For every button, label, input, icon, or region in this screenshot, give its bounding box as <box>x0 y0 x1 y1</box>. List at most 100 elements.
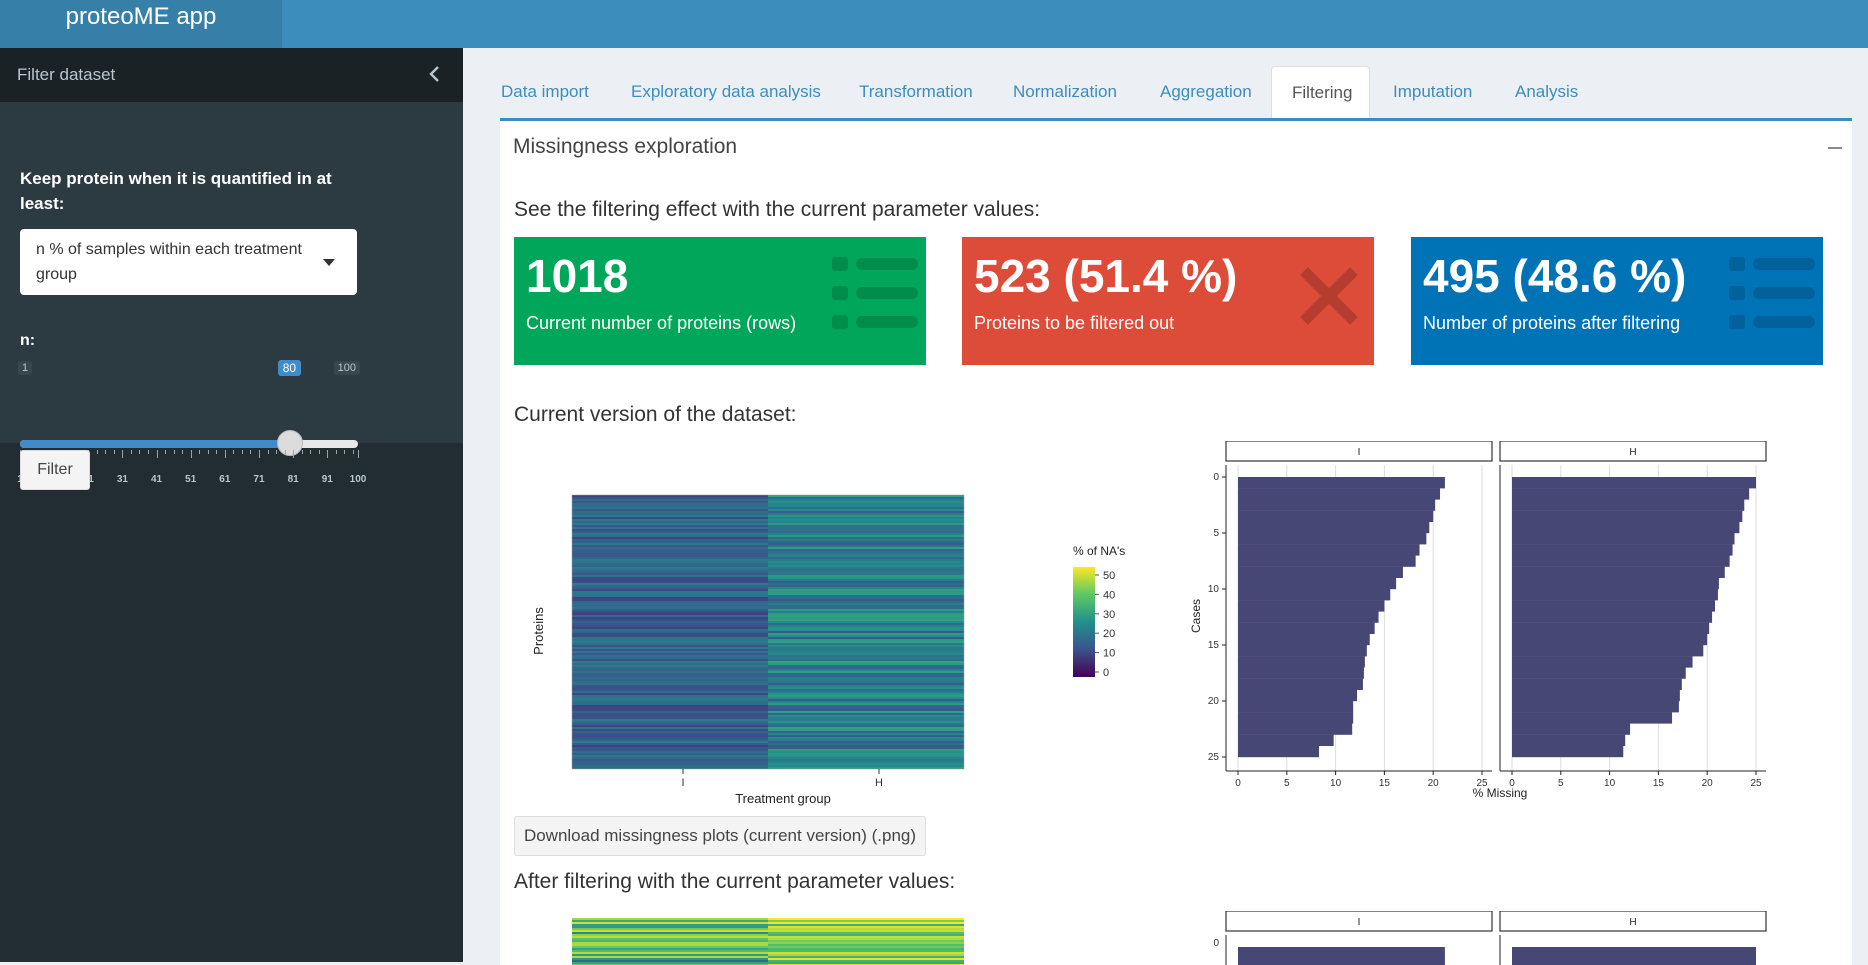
n-slider[interactable]: 1 100 80 1112131415161718191100 <box>17 356 366 485</box>
heatmap-cell <box>768 677 964 679</box>
heatmap-cell <box>572 547 768 549</box>
heatmap-cell <box>768 717 964 719</box>
heatmap-cell <box>768 737 964 739</box>
tab-imputation[interactable]: Imputation <box>1373 66 1492 118</box>
missing-bar <box>1238 488 1441 500</box>
chevron-left-icon[interactable] <box>425 64 445 84</box>
heatmap-cell <box>768 547 964 549</box>
heatmap-cell <box>572 593 768 595</box>
heatmap-cell <box>572 928 768 930</box>
heatmap-cell <box>572 673 768 675</box>
heatmap-cell <box>768 749 964 751</box>
x-tick-label: 15 <box>1379 778 1391 789</box>
download-plots-button[interactable]: Download missingness plots (current vers… <box>514 816 926 856</box>
heatmap-cell <box>768 557 964 559</box>
heatmap-cell <box>572 938 768 940</box>
heatmap-cell <box>768 940 964 942</box>
heatmap-cell <box>768 599 964 601</box>
heatmap-cell <box>572 695 768 697</box>
tab-analysis[interactable]: Analysis <box>1495 66 1598 118</box>
x-tick-label: 20 <box>1702 778 1714 789</box>
heatmap-cell <box>572 589 768 591</box>
heatmap-cell <box>768 623 964 625</box>
heatmap-cell <box>768 543 964 545</box>
heatmap-cell <box>768 499 964 501</box>
heatmap-cell <box>768 733 964 735</box>
heatmap-cell <box>768 713 964 715</box>
heatmap-cell <box>768 663 964 665</box>
heatmap-cell <box>572 936 768 938</box>
tab-exploratory-data-analysis[interactable]: Exploratory data analysis <box>611 66 841 118</box>
heatmap-cell <box>768 765 964 767</box>
heatmap-cell <box>572 659 768 661</box>
heatmap-cell <box>572 767 768 769</box>
sidebar-header-label: Filter dataset <box>17 65 116 84</box>
tab-aggregation[interactable]: Aggregation <box>1140 66 1272 118</box>
slider-tick-label: 51 <box>185 474 197 485</box>
heatmap-cell <box>768 649 964 651</box>
close-icon <box>1300 267 1358 325</box>
heatmap-cell <box>572 962 768 964</box>
heatmap-cell <box>572 761 768 763</box>
filter-button[interactable]: Filter <box>20 450 90 490</box>
heatmap-cell <box>572 727 768 729</box>
legend-tick-label: 30 <box>1103 609 1115 621</box>
heatmap-cell <box>768 926 964 928</box>
after-filtering-title: After filtering with the current paramet… <box>514 870 956 893</box>
heatmap-cell <box>572 922 768 924</box>
after-filtering-heatmap <box>572 918 964 965</box>
heatmap-cell <box>572 723 768 725</box>
heatmap-cell <box>768 587 964 589</box>
heatmap-cell <box>572 507 768 509</box>
heatmap-cell <box>572 571 768 573</box>
slider-tick-label: 31 <box>116 474 128 485</box>
heatmap-cell <box>768 759 964 761</box>
heatmap-cell <box>768 507 964 509</box>
missing-bar <box>1238 734 1334 746</box>
tab-data-import[interactable]: Data import <box>481 66 609 118</box>
slider-tick <box>182 450 184 454</box>
slider-tick <box>173 450 175 454</box>
heatmap-cell <box>572 535 768 537</box>
heatmap-cell <box>768 585 964 587</box>
heatmap-cell <box>768 533 964 535</box>
heatmap-cell <box>768 711 964 713</box>
missing-bar <box>1238 533 1427 545</box>
minimize-icon[interactable] <box>1828 147 1842 149</box>
heatmap-cell <box>572 639 768 641</box>
heatmap-cell <box>768 956 964 958</box>
heatmap-cell <box>768 527 964 529</box>
heatmap-cell <box>572 603 768 605</box>
chart-ylabel: Cases <box>1189 599 1203 633</box>
heatmap-cell <box>768 946 964 948</box>
heatmap-cell <box>572 739 768 741</box>
heatmap-cell <box>572 737 768 739</box>
heatmap-cell <box>768 537 964 539</box>
missing-bar <box>1238 521 1430 534</box>
heatmap-cell <box>768 707 964 709</box>
heatmap-cell <box>572 583 768 585</box>
missing-bar <box>1238 633 1370 646</box>
heatmap-cell <box>768 539 964 541</box>
heatmap-xtick-label-h: H <box>875 777 883 789</box>
heatmap-cell <box>768 509 964 511</box>
heatmap-cell <box>768 755 964 757</box>
tab-normalization[interactable]: Normalization <box>993 66 1137 118</box>
heatmap-cell <box>768 743 964 745</box>
x-tick-label: 0 <box>1235 778 1241 789</box>
current-proteins-label: Current number of proteins (rows) <box>526 313 797 333</box>
app-title[interactable]: proteoME app <box>0 0 282 48</box>
tab-filtering[interactable]: Filtering <box>1271 66 1370 118</box>
heatmap-cell <box>768 583 964 585</box>
missing-bar <box>1238 645 1367 657</box>
heatmap-cell <box>572 685 768 687</box>
missing-bar <box>1238 678 1363 690</box>
filter-mode-select[interactable]: n % of samples within each treatment gro… <box>20 229 357 295</box>
heatmap-cell <box>572 717 768 719</box>
heatmap-cell <box>768 735 964 737</box>
tab-transformation[interactable]: Transformation <box>839 66 993 118</box>
heatmap-cell <box>768 703 964 705</box>
legend-title: % of NA's <box>1073 544 1125 558</box>
heatmap-cell <box>768 745 964 747</box>
heatmap-cell <box>768 699 964 701</box>
